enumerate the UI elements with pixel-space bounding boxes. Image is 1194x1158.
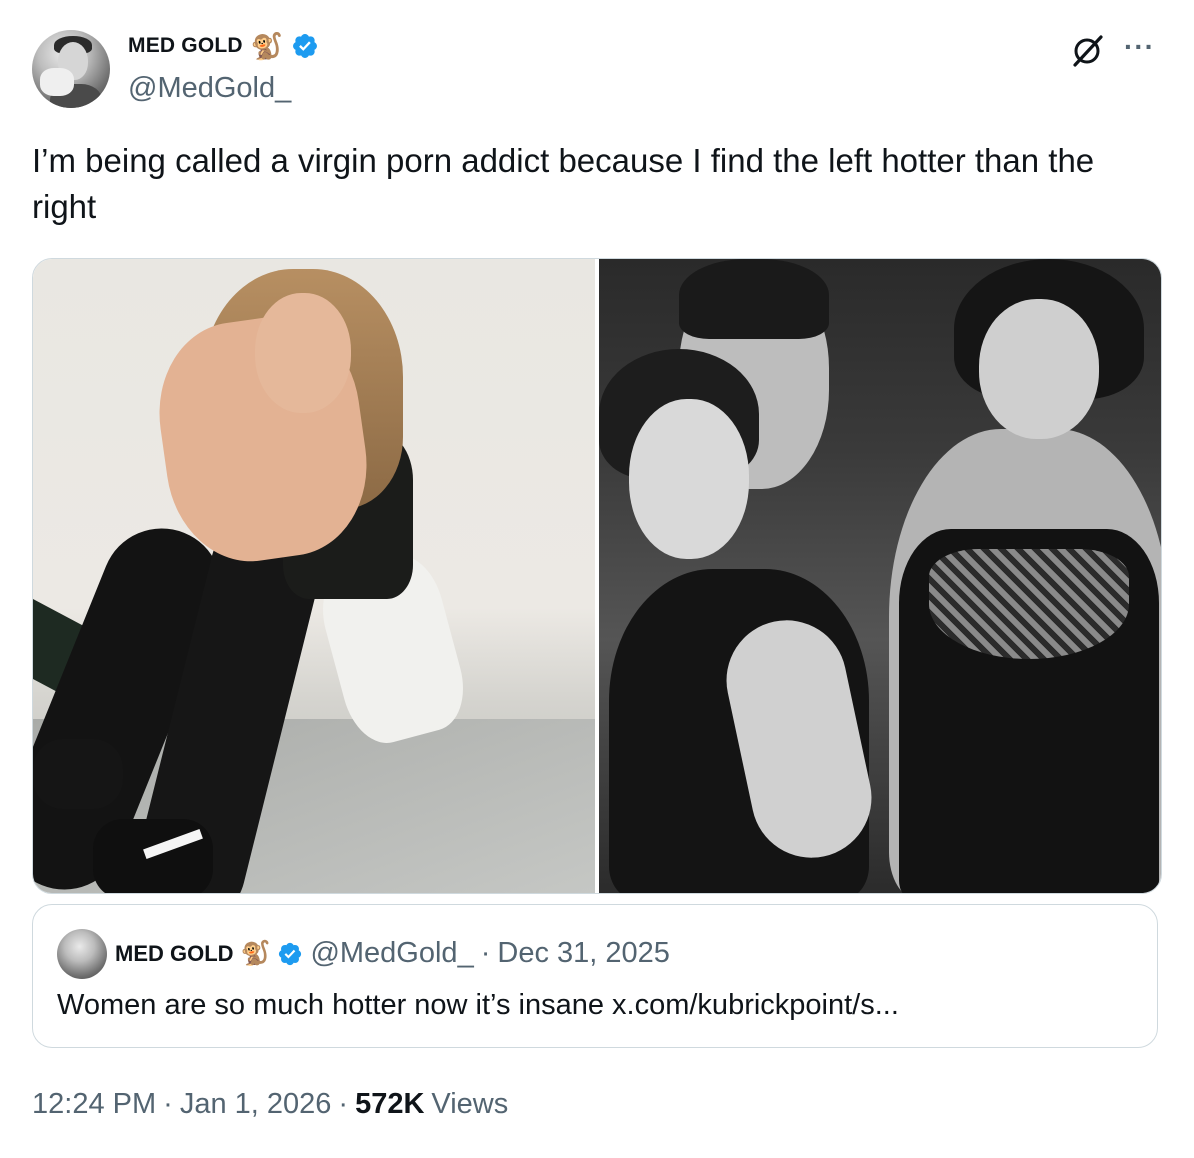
monkey-emoji-icon: 🐒 bbox=[250, 31, 284, 61]
tweet-date[interactable]: Jan 1, 2026 bbox=[180, 1088, 332, 1121]
monkey-emoji-icon: 🐒 bbox=[240, 940, 271, 967]
quoted-author-avatar bbox=[57, 929, 107, 979]
quoted-tweet-date: Dec 31, 2025 bbox=[497, 937, 670, 969]
tweet-photo-left[interactable] bbox=[33, 259, 595, 893]
grok-icon[interactable] bbox=[1068, 32, 1106, 70]
quoted-tweet-text: Women are so much hotter now it’s insane… bbox=[57, 989, 899, 1021]
quoted-tweet-header: MED GOLD 🐒 @MedGold_ · Dec 31, 2025 bbox=[115, 937, 670, 970]
media-grid bbox=[32, 258, 1162, 894]
author-avatar[interactable] bbox=[32, 30, 110, 108]
author-display-name[interactable]: MED GOLD bbox=[128, 34, 243, 58]
views-count: 572K bbox=[355, 1088, 425, 1120]
author-handle[interactable]: @MedGold_ bbox=[128, 72, 291, 105]
tweet-time[interactable]: 12:24 PM bbox=[32, 1088, 156, 1121]
tweet-meta: 12:24 PM · Jan 1, 2026 · 572K Views bbox=[32, 1088, 508, 1121]
quoted-author-name: MED GOLD bbox=[115, 940, 234, 966]
author-name-row: MED GOLD 🐒 bbox=[128, 32, 319, 60]
tweet-photo-right[interactable] bbox=[599, 259, 1161, 893]
quoted-tweet[interactable]: MED GOLD 🐒 @MedGold_ · Dec 31, 2025 Wome… bbox=[32, 904, 1158, 1048]
views-label: Views bbox=[431, 1088, 509, 1120]
dot-separator: · bbox=[163, 1088, 173, 1120]
verified-badge-icon bbox=[279, 942, 302, 965]
quoted-author-handle: @MedGold_ bbox=[310, 937, 474, 969]
dot-separator: · bbox=[480, 937, 491, 969]
verified-badge-icon[interactable] bbox=[291, 32, 319, 60]
tweet-text: I’m being called a virgin porn addict be… bbox=[32, 142, 1095, 225]
dot-separator: · bbox=[338, 1088, 349, 1120]
more-icon[interactable]: ··· bbox=[1124, 33, 1155, 61]
